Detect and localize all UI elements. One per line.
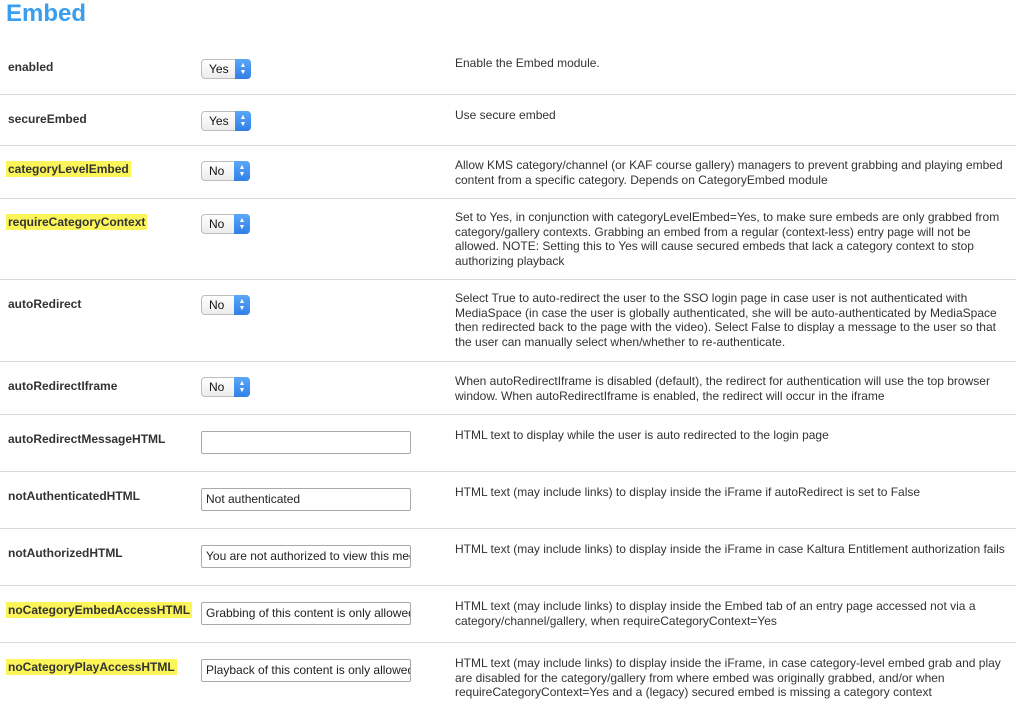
setting-name: autoRedirect xyxy=(8,297,82,311)
setting-description: When autoRedirectIframe is disabled (def… xyxy=(455,374,990,403)
select-arrows-icon: ▲ ▼ xyxy=(234,214,250,234)
settings-table: enabled Yes ▲ ▼ Enable the Embed module. … xyxy=(0,41,1016,713)
setting-description: Allow KMS category/channel (or KAF cours… xyxy=(455,158,1003,187)
setting-name: enabled xyxy=(8,60,54,74)
setting-name: noCategoryPlayAccessHTML xyxy=(6,659,177,675)
select-value: No xyxy=(209,380,225,394)
select-value: No xyxy=(209,164,225,178)
setting-description: HTML text (may include links) to display… xyxy=(455,542,1005,556)
setting-description: HTML text (may include links) to display… xyxy=(455,485,921,499)
setting-description: Enable the Embed module. xyxy=(455,56,600,70)
categoryLevelEmbed-select[interactable]: No ▲ ▼ xyxy=(201,161,250,181)
setting-name: autoRedirectMessageHTML xyxy=(8,432,166,446)
setting-row-autoRedirectMessageHTML: autoRedirectMessageHTML HTML text to dis… xyxy=(0,415,1016,472)
select-arrows-icon: ▲ ▼ xyxy=(235,111,251,131)
secureEmbed-select[interactable]: Yes ▲ ▼ xyxy=(201,111,251,131)
setting-description: HTML text to display while the user is a… xyxy=(455,428,829,442)
select-value: No xyxy=(209,298,225,312)
setting-name: notAuthorizedHTML xyxy=(8,546,123,560)
setting-name: requireCategoryContext xyxy=(6,214,148,230)
noCategoryPlayAccessHTML-input[interactable]: Playback of this content is only allowed xyxy=(201,659,411,682)
setting-name: secureEmbed xyxy=(8,112,87,126)
autoRedirectIframe-select[interactable]: No ▲ ▼ xyxy=(201,377,250,397)
autoRedirectMessageHTML-input[interactable] xyxy=(201,431,411,454)
setting-row-requireCategoryContext: requireCategoryContext No ▲ ▼ Set to Yes,… xyxy=(0,199,1016,280)
setting-row-notAuthorizedHTML: notAuthorizedHTML You are not authorized… xyxy=(0,529,1016,586)
page-title: Embed xyxy=(6,0,87,27)
autoRedirect-select[interactable]: No ▲ ▼ xyxy=(201,295,250,315)
select-arrows-icon: ▲ ▼ xyxy=(234,161,250,181)
notAuthorizedHTML-input[interactable]: You are not authorized to view this medi… xyxy=(201,545,411,568)
select-value: Yes xyxy=(209,114,229,128)
setting-row-noCategoryEmbedAccessHTML: noCategoryEmbedAccessHTML Grabbing of th… xyxy=(0,586,1016,643)
setting-description: Use secure embed xyxy=(455,108,556,122)
setting-row-autoRedirect: autoRedirect No ▲ ▼ Select True to auto-r… xyxy=(0,280,1016,362)
setting-row-secureEmbed: secureEmbed Yes ▲ ▼ Use secure embed xyxy=(0,95,1016,146)
notAuthenticatedHTML-input[interactable]: Not authenticated xyxy=(201,488,411,511)
setting-name: noCategoryEmbedAccessHTML xyxy=(6,602,193,618)
setting-name: autoRedirectIframe xyxy=(8,379,118,393)
setting-description: HTML text (may include links) to display… xyxy=(455,656,1001,699)
select-value: No xyxy=(209,217,225,231)
select-arrows-icon: ▲ ▼ xyxy=(234,295,250,315)
setting-name: notAuthenticatedHTML xyxy=(8,489,140,503)
setting-description: Set to Yes, in conjunction with category… xyxy=(455,210,1000,268)
setting-row-enabled: enabled Yes ▲ ▼ Enable the Embed module. xyxy=(0,41,1016,95)
enabled-select[interactable]: Yes ▲ ▼ xyxy=(201,59,251,79)
setting-row-categoryLevelEmbed: categoryLevelEmbed No ▲ ▼ Allow KMS categ… xyxy=(0,146,1016,199)
requireCategoryContext-select[interactable]: No ▲ ▼ xyxy=(201,214,250,234)
setting-description: Select True to auto-redirect the user to… xyxy=(455,291,997,349)
select-value: Yes xyxy=(209,62,229,76)
setting-row-notAuthenticatedHTML: notAuthenticatedHTML Not authenticated H… xyxy=(0,472,1016,529)
setting-row-noCategoryPlayAccessHTML: noCategoryPlayAccessHTML Playback of thi… xyxy=(0,643,1016,713)
setting-description: HTML text (may include links) to display… xyxy=(455,599,976,628)
setting-name: categoryLevelEmbed xyxy=(6,161,131,177)
select-arrows-icon: ▲ ▼ xyxy=(234,377,250,397)
setting-row-autoRedirectIframe: autoRedirectIframe No ▲ ▼ When autoRedire… xyxy=(0,362,1016,415)
noCategoryEmbedAccessHTML-input[interactable]: Grabbing of this content is only allowed xyxy=(201,602,411,625)
select-arrows-icon: ▲ ▼ xyxy=(235,59,251,79)
